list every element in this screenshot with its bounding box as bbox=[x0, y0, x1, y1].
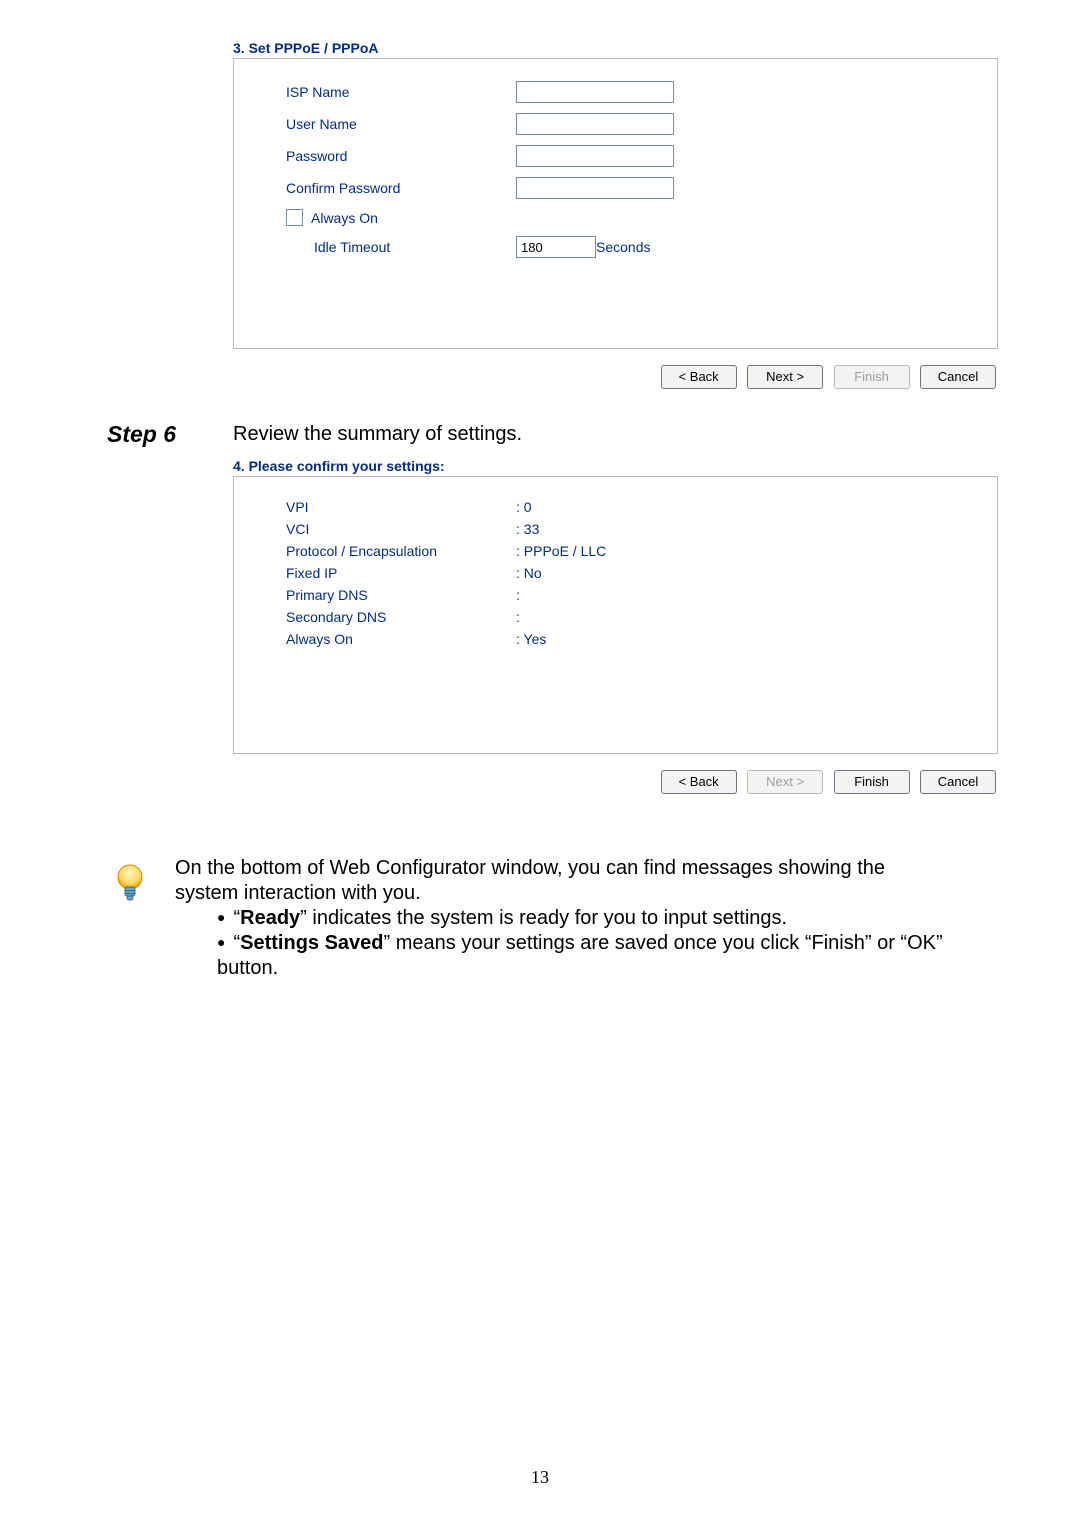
next-button[interactable]: Next > bbox=[747, 365, 823, 389]
row-idle-timeout: Idle Timeout Seconds bbox=[286, 236, 967, 258]
summary-value: : 33 bbox=[516, 521, 539, 537]
summary-value: : No bbox=[516, 565, 542, 581]
summary-label: Protocol / Encapsulation bbox=[286, 543, 516, 559]
tip-bullet-1: “Ready” indicates the system is ready fo… bbox=[217, 906, 945, 931]
summary-row: Primary DNS : bbox=[286, 587, 967, 603]
summary-label: Primary DNS bbox=[286, 587, 516, 603]
summary-label: Fixed IP bbox=[286, 565, 516, 581]
confirm-password-label: Confirm Password bbox=[286, 180, 516, 196]
next-button: Next > bbox=[747, 770, 823, 794]
password-label: Password bbox=[286, 148, 516, 164]
summary-value: : PPPoE / LLC bbox=[516, 543, 606, 559]
always-on-label: Always On bbox=[311, 210, 378, 226]
cancel-button[interactable]: Cancel bbox=[920, 770, 996, 794]
password-input[interactable] bbox=[516, 145, 674, 167]
step6-label: Step 6 bbox=[107, 421, 233, 448]
isp-name-input[interactable] bbox=[516, 81, 674, 103]
summary-label: Secondary DNS bbox=[286, 609, 516, 625]
panel3-title: 3. Set PPPoE / PPPoA bbox=[233, 40, 998, 56]
tip-section: On the bottom of Web Configurator window… bbox=[115, 856, 1020, 981]
panel3-button-row: < Back Next > Finish Cancel bbox=[233, 365, 998, 389]
user-name-label: User Name bbox=[286, 116, 516, 132]
panel4-box: VPI : 0 VCI : 33 Protocol / Encapsulatio… bbox=[233, 476, 998, 754]
finish-button: Finish bbox=[834, 365, 910, 389]
confirm-panel: 4. Please confirm your settings: VPI : 0… bbox=[233, 458, 998, 794]
lightbulb-icon bbox=[115, 864, 145, 904]
panel3-box: ISP Name User Name Password Confirm Pass… bbox=[233, 58, 998, 349]
step6-row: Step 6 Review the summary of settings. bbox=[175, 421, 1020, 448]
panel4-title: 4. Please confirm your settings: bbox=[233, 458, 998, 474]
row-isp-name: ISP Name bbox=[286, 81, 967, 103]
summary-label: VPI bbox=[286, 499, 516, 515]
summary-row: VPI : 0 bbox=[286, 499, 967, 515]
isp-name-label: ISP Name bbox=[286, 84, 516, 100]
tip-body: On the bottom of Web Configurator window… bbox=[175, 856, 945, 981]
summary-label: VCI bbox=[286, 521, 516, 537]
summary-row: Secondary DNS : bbox=[286, 609, 967, 625]
idle-timeout-label: Idle Timeout bbox=[286, 239, 516, 255]
back-button[interactable]: < Back bbox=[661, 770, 737, 794]
idle-timeout-input[interactable] bbox=[516, 236, 596, 258]
summary-value: : bbox=[516, 609, 520, 625]
back-button[interactable]: < Back bbox=[661, 365, 737, 389]
confirm-password-input[interactable] bbox=[516, 177, 674, 199]
summary-row: VCI : 33 bbox=[286, 521, 967, 537]
seconds-label: Seconds bbox=[596, 239, 650, 255]
finish-button[interactable]: Finish bbox=[834, 770, 910, 794]
summary-value: : Yes bbox=[516, 631, 546, 647]
summary-value: : bbox=[516, 587, 520, 603]
row-user-name: User Name bbox=[286, 113, 967, 135]
row-always-on: Always On bbox=[286, 209, 967, 226]
summary-value: : 0 bbox=[516, 499, 532, 515]
step6-text: Review the summary of settings. bbox=[233, 421, 522, 446]
summary-row: Protocol / Encapsulation : PPPoE / LLC bbox=[286, 543, 967, 559]
panel4-button-row: < Back Next > Finish Cancel bbox=[233, 770, 998, 794]
user-name-input[interactable] bbox=[516, 113, 674, 135]
page-number: 13 bbox=[0, 1467, 1080, 1488]
summary-label: Always On bbox=[286, 631, 516, 647]
cancel-button[interactable]: Cancel bbox=[920, 365, 996, 389]
summary-row: Fixed IP : No bbox=[286, 565, 967, 581]
pppoe-panel: 3. Set PPPoE / PPPoA ISP Name User Name … bbox=[233, 40, 998, 389]
row-password: Password bbox=[286, 145, 967, 167]
summary-row: Always On : Yes bbox=[286, 631, 967, 647]
always-on-checkbox[interactable] bbox=[286, 209, 303, 226]
row-confirm-password: Confirm Password bbox=[286, 177, 967, 199]
tip-intro: On the bottom of Web Configurator window… bbox=[175, 856, 945, 906]
tip-bullet-2: “Settings Saved” means your settings are… bbox=[217, 931, 945, 981]
